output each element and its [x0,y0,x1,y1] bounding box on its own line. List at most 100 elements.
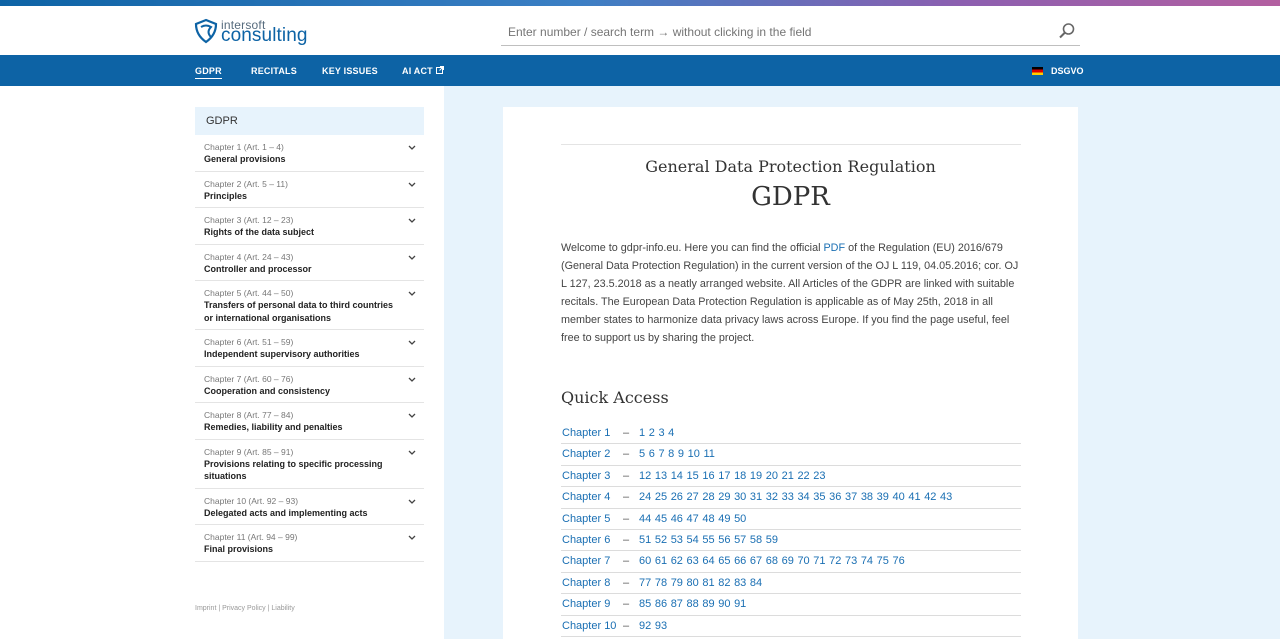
chevron-down-icon[interactable] [408,291,416,297]
article-link[interactable]: 72 [829,551,841,572]
article-link[interactable]: 11 [703,444,714,465]
search-icon[interactable] [1058,22,1076,40]
article-link[interactable]: 7 [658,444,664,465]
footer-links[interactable]: Imprint | Privacy Policy | Liability [195,605,295,612]
article-link[interactable]: 44 [639,509,651,530]
article-link[interactable]: 9 [678,444,684,465]
article-link[interactable]: 18 [734,466,746,487]
article-link[interactable]: 1 [639,423,645,444]
article-link[interactable]: 48 [702,509,714,530]
chapter-item[interactable]: Chapter 9 (Art. 85 – 91) Provisions relat… [195,440,424,489]
article-link[interactable]: 89 [702,594,714,615]
article-link[interactable]: 3 [658,423,664,444]
article-link[interactable]: 56 [718,530,730,551]
article-link[interactable]: 8 [668,444,674,465]
article-link[interactable]: 6 [649,444,655,465]
article-link[interactable]: 28 [702,487,714,508]
chapter-item[interactable]: Chapter 11 (Art. 94 – 99) Final provision… [195,525,424,562]
chapter-link[interactable]: Chapter 3 [562,466,610,487]
article-link[interactable]: 76 [893,551,905,572]
article-link[interactable]: 24 [639,487,651,508]
article-link[interactable]: 78 [655,573,667,594]
article-link[interactable]: 32 [766,487,778,508]
chevron-down-icon[interactable] [408,413,416,419]
article-link[interactable]: 39 [877,487,889,508]
chevron-down-icon[interactable] [408,218,416,224]
article-link[interactable]: 70 [797,551,809,572]
chapter-item[interactable]: Chapter 6 (Art. 51 – 59) Independent supe… [195,330,424,367]
article-link[interactable]: 46 [671,509,683,530]
nav-gdpr[interactable]: GDPR [195,66,222,79]
chapter-item[interactable]: Chapter 2 (Art. 5 – 11) Principles [195,172,424,208]
article-link[interactable]: 47 [687,509,699,530]
sidebar-heading[interactable]: GDPR [195,107,424,135]
chevron-down-icon[interactable] [408,340,416,346]
article-link[interactable]: 82 [718,573,730,594]
chevron-down-icon[interactable] [408,255,416,261]
article-link[interactable]: 69 [782,551,794,572]
search-input[interactable] [508,22,1048,42]
article-link[interactable]: 38 [861,487,873,508]
article-link[interactable]: 25 [655,487,667,508]
article-link[interactable]: 61 [655,551,667,572]
article-link[interactable]: 84 [750,573,762,594]
article-link[interactable]: 67 [750,551,762,572]
article-link[interactable]: 79 [671,573,683,594]
article-link[interactable]: 52 [655,530,667,551]
chapter-link[interactable]: Chapter 8 [562,573,610,594]
article-link[interactable]: 42 [924,487,936,508]
article-link[interactable]: 20 [766,466,778,487]
article-link[interactable]: 43 [940,487,952,508]
chapter-link[interactable]: Chapter 10 [562,616,616,637]
chapter-link[interactable]: Chapter 1 [562,423,610,444]
article-link[interactable]: 75 [877,551,889,572]
article-link[interactable]: 31 [750,487,762,508]
article-link[interactable]: 93 [655,616,667,637]
article-link[interactable]: 59 [766,530,778,551]
chapter-link[interactable]: Chapter 4 [562,487,610,508]
article-link[interactable]: 63 [687,551,699,572]
nav-recitals[interactable]: RECITALS [251,66,297,76]
article-link[interactable]: 68 [766,551,778,572]
chevron-down-icon[interactable] [408,450,416,456]
article-link[interactable]: 50 [734,509,746,530]
nav-ai-act[interactable]: AI ACT [402,66,444,76]
article-link[interactable]: 30 [734,487,746,508]
chapter-link[interactable]: Chapter 2 [562,444,610,465]
chevron-down-icon[interactable] [408,535,416,541]
chapter-item[interactable]: Chapter 5 (Art. 44 – 50) Transfers of per… [195,281,424,330]
article-link[interactable]: 55 [702,530,714,551]
article-link[interactable]: 26 [671,487,683,508]
article-link[interactable]: 62 [671,551,683,572]
article-link[interactable]: 29 [718,487,730,508]
article-link[interactable]: 57 [734,530,746,551]
chapter-item[interactable]: Chapter 1 (Art. 1 – 4) General provisions [195,135,424,172]
article-link[interactable]: 58 [750,530,762,551]
article-link[interactable]: 87 [671,594,683,615]
article-link[interactable]: 19 [750,466,762,487]
article-link[interactable]: 85 [639,594,651,615]
article-link[interactable]: 13 [655,466,667,487]
article-link[interactable]: 92 [639,616,651,637]
nav-key-issues[interactable]: KEY ISSUES [322,66,378,76]
chapter-item[interactable]: Chapter 4 (Art. 24 – 43) Controller and p… [195,245,424,281]
article-link[interactable]: 40 [893,487,905,508]
chapter-item[interactable]: Chapter 7 (Art. 60 – 76) Cooperation and … [195,367,424,403]
article-link[interactable]: 45 [655,509,667,530]
chapter-item[interactable]: Chapter 10 (Art. 92 – 93) Delegated acts … [195,489,424,525]
article-link[interactable]: 35 [813,487,825,508]
chapter-link[interactable]: Chapter 7 [562,551,610,572]
article-link[interactable]: 64 [702,551,714,572]
article-link[interactable]: 41 [908,487,920,508]
logo[interactable]: intersoft consulting [193,18,313,48]
article-link[interactable]: 53 [671,530,683,551]
chevron-down-icon[interactable] [408,377,416,383]
article-link[interactable]: 91 [734,594,746,615]
article-link[interactable]: 66 [734,551,746,572]
article-link[interactable]: 14 [671,466,683,487]
article-link[interactable]: 37 [845,487,857,508]
article-link[interactable]: 22 [797,466,809,487]
article-link[interactable]: 10 [688,444,700,465]
chapter-item[interactable]: Chapter 3 (Art. 12 – 23) Rights of the da… [195,208,424,245]
article-link[interactable]: 71 [813,551,825,572]
